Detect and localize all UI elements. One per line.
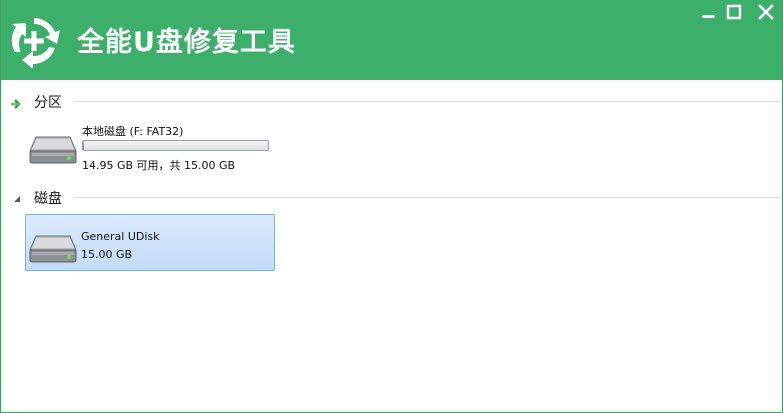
disk-section-header[interactable]: 磁盘: [1, 188, 782, 207]
partition-section-label: 分区: [34, 95, 62, 111]
maximize-icon: [726, 4, 742, 20]
disk-name: General UDisk: [81, 230, 160, 243]
minimize-button[interactable]: [698, 2, 720, 24]
minimize-icon: [702, 15, 715, 18]
drive-icon: [29, 136, 77, 164]
partition-section-header[interactable]: 分区: [1, 92, 782, 111]
expand-arrow-icon[interactable]: [11, 98, 23, 110]
disk-size: 15.00 GB: [81, 248, 133, 261]
collapse-triangle-icon[interactable]: [11, 192, 23, 204]
app-window: 全能U盘修复工具 分区 本地磁盘 (F: FAT32) 14.95 GB 可用，…: [0, 0, 783, 413]
title-bar[interactable]: 全能U盘修复工具: [1, 0, 782, 80]
close-button[interactable]: [755, 2, 777, 24]
recycle-repair-logo-icon: [11, 18, 60, 68]
disk-section-label: 磁盘: [34, 191, 62, 207]
capacity-bar: [82, 140, 269, 151]
drive-icon: [29, 235, 77, 263]
partition-item[interactable]: 本地磁盘 (F: FAT32) 14.95 GB 可用，共 15.00 GB: [25, 116, 275, 174]
capacity-bar-fill: [83, 141, 84, 150]
app-title: 全能U盘修复工具: [77, 27, 296, 58]
section-divider: [73, 101, 779, 102]
maximize-button[interactable]: [723, 2, 745, 24]
partition-free-space: 14.95 GB 可用，共 15.00 GB: [82, 159, 236, 172]
section-divider: [73, 197, 779, 198]
close-icon: [758, 4, 774, 20]
disk-item[interactable]: General UDisk 15.00 GB: [25, 214, 275, 271]
disk-section: 磁盘 General UDisk 15.00 GB: [1, 188, 782, 278]
partition-name: 本地磁盘 (F: FAT32): [82, 125, 184, 138]
partition-section: 分区 本地磁盘 (F: FAT32) 14.95 GB 可用，共 15.00 G…: [1, 92, 782, 182]
